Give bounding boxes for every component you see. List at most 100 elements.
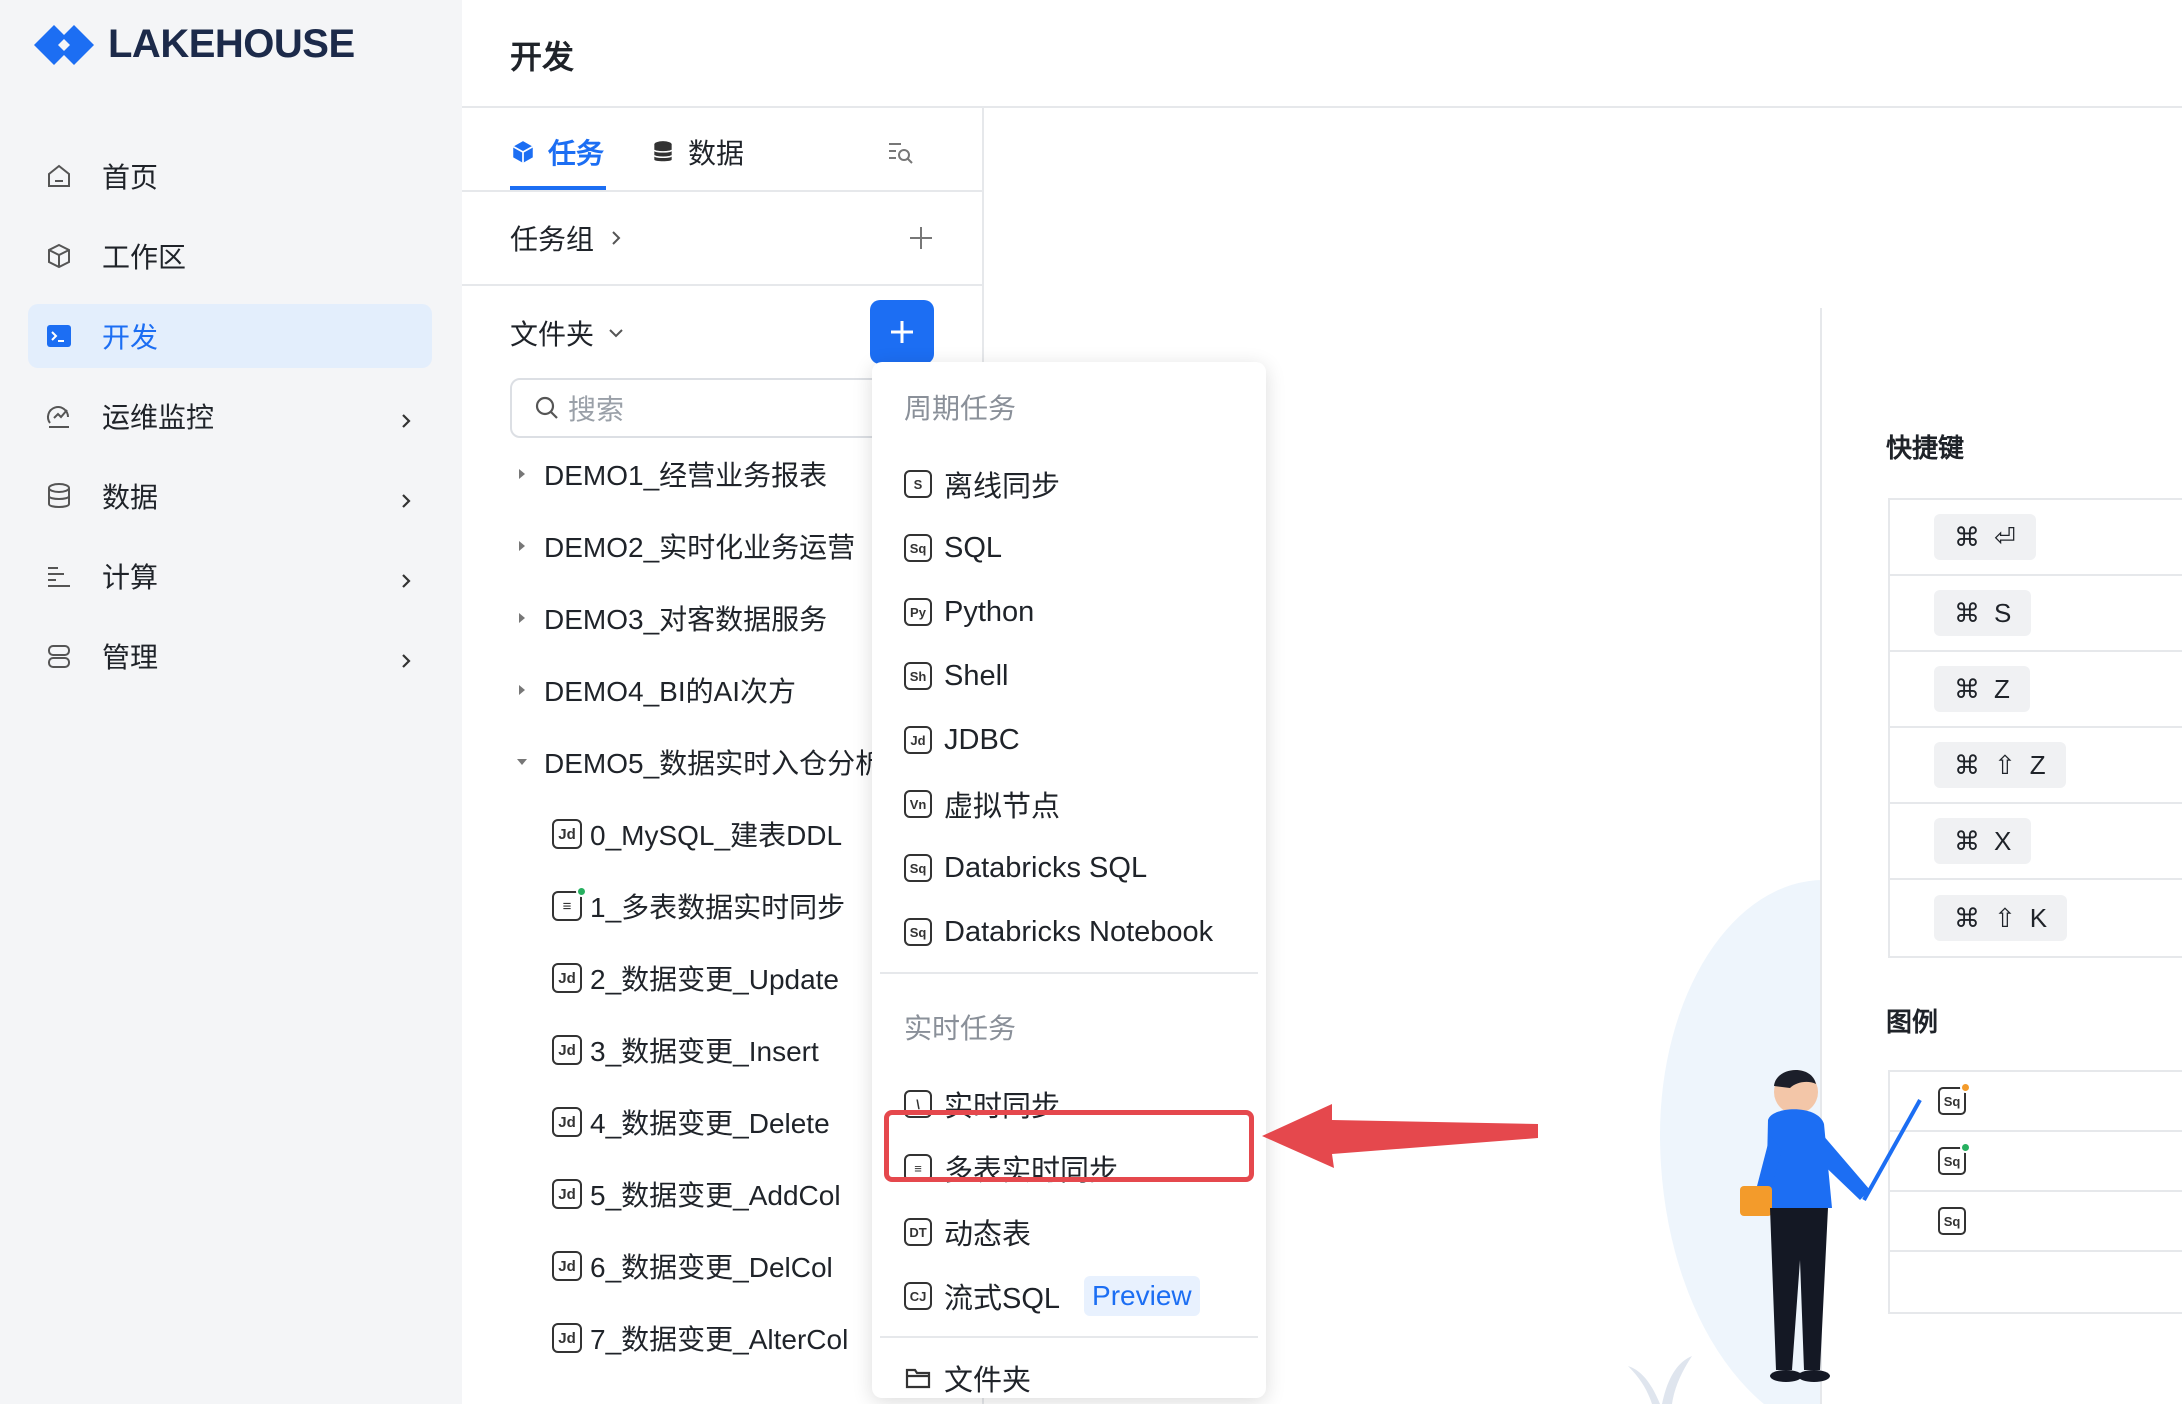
menu-item[interactable]: Py Python (872, 580, 1266, 644)
page-title: 开发 (510, 39, 575, 75)
sidebar-item-label: 运维监控 (102, 402, 215, 433)
shortcut-row: ⌘ Z (1890, 652, 2182, 728)
menu-section-title: 实时任务 (904, 1013, 1017, 1044)
chevron-right-icon (396, 566, 416, 588)
task-type-label: Jd (910, 732, 926, 748)
caret-right-icon[interactable] (510, 606, 534, 630)
caret-right-icon[interactable] (510, 534, 534, 558)
header: 开发 (462, 0, 2182, 108)
database-icon (653, 141, 673, 162)
sql-task-icon: Sq (1938, 1142, 1971, 1175)
key-label: ⌘ (1954, 521, 1980, 552)
task-type-label: S (913, 476, 923, 492)
cube-icon (44, 241, 74, 271)
menu-item-label: Databricks Notebook (944, 915, 1214, 948)
tab-label: 数据 (688, 138, 745, 169)
tree-file-label: 3_数据变更_Insert (590, 1036, 819, 1067)
file-type-label: Jd (558, 969, 576, 987)
search-input[interactable]: 搜索 (510, 378, 930, 438)
file-type-icon: Jd (552, 1323, 582, 1353)
file-type-icon: Jd (552, 963, 582, 993)
server-icon (44, 641, 74, 671)
file-type-icon: ≡ (552, 886, 587, 921)
shortcut-row: ⌘ X (1890, 804, 2182, 880)
chevron-down-icon (609, 329, 623, 338)
filter-search-icon[interactable] (886, 138, 914, 166)
file-type-label: Jd (558, 1257, 576, 1275)
sidebar-item-label: 数据 (102, 482, 159, 513)
menu-item[interactable]: Sq SQL (872, 516, 1266, 580)
caret-down-icon[interactable] (510, 750, 534, 774)
tree-file-label: 2_数据变更_Update (590, 964, 840, 995)
caret-right-icon[interactable] (510, 462, 534, 486)
key-label: ⌘ (1954, 673, 1980, 704)
shortcut-table: ⌘ ⏎ ⌘ S ⌘ Z ⌘ ⇧ Z ⌘ X ⌘ ⇧ K (1888, 498, 2182, 958)
status-dot-green (1960, 1142, 1971, 1153)
task-group-row[interactable]: 任务组 (462, 192, 982, 286)
sidebar-item-5[interactable]: 计算 (28, 544, 432, 608)
sidebar-item-4[interactable]: 数据 (28, 464, 432, 528)
menu-item-label: Python (944, 595, 1035, 628)
key-label: ⇧ (1994, 749, 2016, 780)
sidebar-item-1[interactable]: 工作区 (28, 224, 432, 288)
person-illustration (1740, 1069, 1922, 1382)
file-type-label: ≡ (562, 897, 572, 915)
task-type-label: Sq (909, 540, 927, 556)
menu-item[interactable]: S 离线同步 (872, 452, 1266, 516)
logo-text: LAKEHOUSE (108, 22, 355, 66)
menu-divider (880, 1336, 1258, 1338)
sidebar-item-6[interactable]: 管理 (28, 624, 432, 688)
sidebar-item-0[interactable]: 首页 (28, 144, 432, 208)
menu-item[interactable]: Vn 虚拟节点 (872, 772, 1266, 836)
cube-icon (512, 141, 534, 163)
status-dot-orange (1960, 1082, 1971, 1093)
menu-item-label: 虚拟节点 (944, 791, 1061, 823)
sidebar-item-label: 首页 (102, 162, 159, 193)
caret-right-icon[interactable] (510, 678, 534, 702)
key-label: ⌘ (1954, 902, 1980, 933)
sidebar-item-label: 管理 (102, 642, 159, 673)
create-menu: 周期任务 S 离线同步 Sq SQL Py Python Sh Shell Jd JDBC… (872, 362, 1266, 1398)
keyboard-shortcut: ⌘ ⇧ K (1934, 895, 2068, 941)
tab-data[interactable]: 数据 (650, 132, 744, 172)
menu-item[interactable]: Sh Shell (872, 644, 1266, 708)
file-type-icon: Jd (552, 1107, 582, 1137)
add-group-icon[interactable] (908, 225, 934, 251)
tab-tasks[interactable]: 任务 (510, 132, 604, 172)
file-type-icon: Jd (552, 1035, 582, 1065)
task-type-label: Vn (909, 796, 927, 812)
sidebar-item-3[interactable]: 运维监控 (28, 384, 432, 448)
add-button[interactable] (870, 300, 934, 364)
task-type-icon: CJ (904, 1282, 932, 1310)
sidebar-item-2[interactable]: 开发 (28, 304, 432, 368)
sidebar-item-label: 计算 (102, 562, 159, 593)
task-type-icon: Sq (904, 534, 932, 562)
menu-item-label: Shell (944, 659, 1009, 692)
menu-item-label: Databricks SQL (944, 851, 1148, 884)
key-label: ⏎ (1994, 521, 2016, 552)
logo[interactable]: LAKEHOUSE (32, 22, 355, 67)
folder-icon (905, 1368, 931, 1389)
highlight-box (884, 1110, 1254, 1182)
sidebar-item-label: 工作区 (102, 242, 187, 273)
menu-item-label: JDBC (944, 723, 1020, 756)
task-type-icon: Vn (904, 790, 932, 818)
menu-item[interactable]: Jd JDBC (872, 708, 1266, 772)
menu-item[interactable]: Sq Databricks SQL (872, 836, 1266, 900)
task-type-label: DT (909, 1224, 927, 1240)
database-icon (44, 481, 74, 511)
menu-item[interactable]: CJ 流式SQL Preview (872, 1264, 1266, 1328)
keyboard-shortcut: ⌘ S (1934, 590, 2032, 636)
home-icon (44, 161, 74, 191)
plant-illustration (1628, 1356, 1692, 1404)
menu-divider (880, 972, 1258, 974)
menu-item-folder[interactable]: 文件夹 (872, 1346, 1266, 1404)
tab-label: 任务 (548, 138, 605, 169)
file-type-label: Jd (558, 1329, 576, 1347)
lakehouse-logo-icon (34, 24, 94, 65)
file-type-icon: Jd (552, 819, 582, 849)
menu-item[interactable]: DT 动态表 (872, 1200, 1266, 1264)
task-group-label: 任务组 (510, 224, 595, 255)
menu-item[interactable]: Sq Databricks Notebook (872, 900, 1266, 964)
legend-badge-label: Sq (1943, 1213, 1961, 1229)
